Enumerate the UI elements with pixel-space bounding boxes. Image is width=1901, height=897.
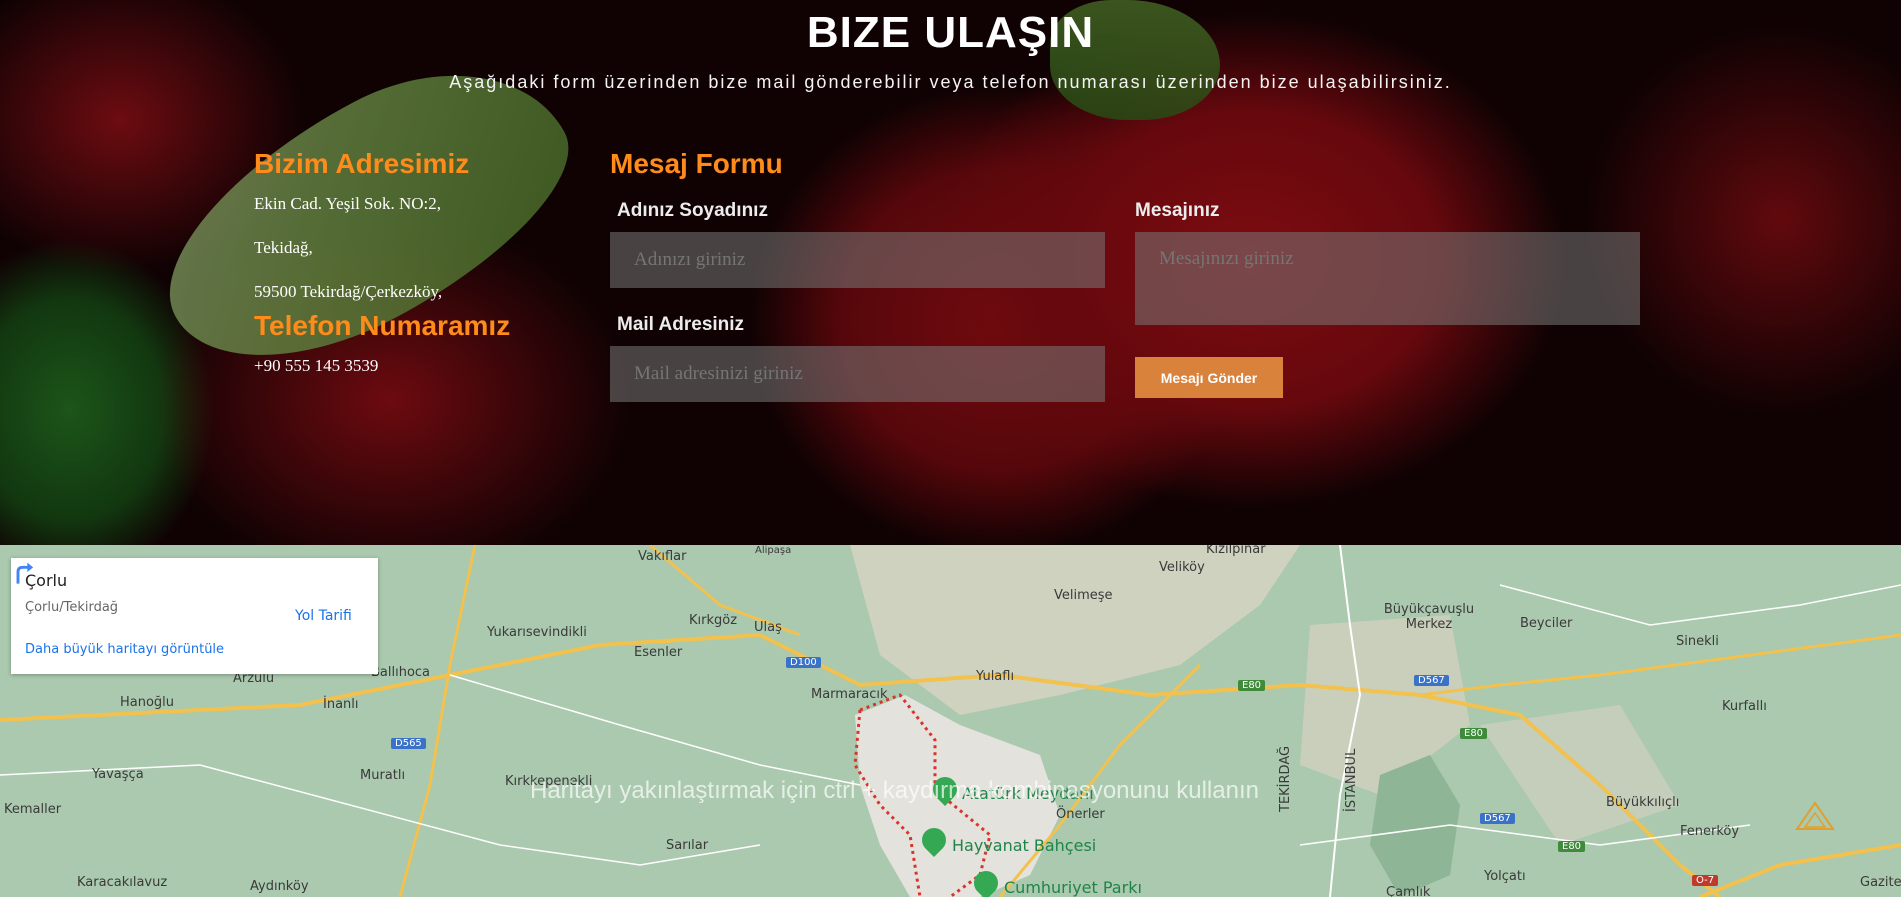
message-label: Mesajınız bbox=[1135, 200, 1220, 221]
map-place-label: Veliköy bbox=[1159, 560, 1205, 575]
map-place-label: Çamlık bbox=[1386, 885, 1431, 897]
map-place-label: Yulaflı bbox=[976, 669, 1015, 684]
map-place-label: Yukarısevindikli bbox=[487, 625, 587, 640]
form-heading: Mesaj Formu bbox=[610, 148, 783, 179]
road-shield: D565 bbox=[391, 738, 426, 749]
map-place-label: Kızılpınar bbox=[1206, 545, 1266, 557]
road-shield: D567 bbox=[1414, 675, 1449, 686]
address-line-2: Tekidağ, bbox=[254, 238, 313, 257]
map-place-label: Sarılar bbox=[666, 838, 709, 853]
map-place-label: Önerler bbox=[1056, 807, 1105, 822]
map-place-label: Karacakılavuz bbox=[77, 875, 168, 890]
map-place-label: Aydınköy bbox=[250, 879, 309, 894]
map-place-label: Muratlı bbox=[360, 768, 406, 783]
page-title: BIZE ULAŞIN bbox=[806, 8, 1095, 57]
map-place-label: Büyükkılıçlı bbox=[1606, 795, 1680, 810]
mail-label: Mail Adresiniz bbox=[617, 314, 745, 335]
map-place-label: Yavaşça bbox=[92, 767, 144, 782]
map-place-label: Vakıflar bbox=[638, 549, 687, 564]
address-line-3: 59500 Tekirdağ/Çerkezköy, bbox=[254, 282, 443, 301]
embedded-map[interactable]: Vakıflar Alipaşa Kızılpınar Veliköy Veli… bbox=[0, 545, 1901, 897]
road-shield: O-7 bbox=[1692, 875, 1719, 886]
map-place-label: Hanoğlu bbox=[120, 695, 175, 710]
contact-hero-section: BIZE ULAŞIN Aşağıdaki form üzerinden biz… bbox=[0, 0, 1901, 545]
map-place-label: Kurfallı bbox=[1722, 699, 1767, 714]
phone-number: +90 555 145 3539 bbox=[254, 356, 379, 375]
map-place-label: Yolçatı bbox=[1484, 869, 1526, 884]
message-textarea[interactable] bbox=[1135, 232, 1640, 325]
map-place-label: Marmaracık bbox=[811, 687, 888, 702]
phone-heading: Telefon Numaramız bbox=[254, 310, 511, 341]
map-place-label: İnanlı bbox=[323, 697, 359, 712]
send-message-button[interactable]: Mesajı Gönder bbox=[1135, 357, 1283, 398]
name-label: Adınız Soyadınız bbox=[617, 200, 768, 221]
map-info-card: Çorlu Çorlu/Tekirdağ Yol Tarifi Daha büy… bbox=[11, 558, 378, 674]
larger-map-link[interactable]: Daha büyük haritayı görüntüle bbox=[25, 642, 224, 657]
map-watermark-icon bbox=[1795, 801, 1835, 830]
road-shield: E80 bbox=[1460, 728, 1488, 739]
road-shield: D567 bbox=[1480, 813, 1515, 824]
map-place-label: Kemaller bbox=[4, 802, 62, 817]
poi-label[interactable]: Hayvanat Bahçesi bbox=[952, 836, 1096, 855]
road-shield: D100 bbox=[786, 657, 821, 668]
map-place-label: Ballıhoca bbox=[371, 665, 431, 680]
map-place-label: Gazitepe bbox=[1860, 875, 1901, 890]
road-shield: E80 bbox=[1558, 841, 1586, 852]
map-place-label: Alipaşa bbox=[755, 545, 792, 556]
directions-icon[interactable] bbox=[11, 558, 39, 586]
directions-link[interactable]: Yol Tarifi bbox=[295, 608, 352, 624]
map-place-label: Büyükçavuşlu Merkez bbox=[1383, 602, 1475, 632]
address-line-1: Ekin Cad. Yeşil Sok. NO:2, bbox=[254, 194, 442, 213]
map-place-label: Fenerköy bbox=[1680, 824, 1740, 839]
map-place-label: Beyciler bbox=[1520, 616, 1573, 631]
email-input[interactable] bbox=[610, 346, 1105, 402]
road-shield: E80 bbox=[1238, 680, 1266, 691]
map-place-label: Kırkgöz bbox=[689, 613, 738, 628]
map-place-label: Ulaş bbox=[754, 620, 782, 635]
address-column: Bizim Adresimiz Ekin Cad. Yeşil Sok. NO:… bbox=[254, 148, 584, 398]
name-input[interactable] bbox=[610, 232, 1105, 288]
map-place-label: Esenler bbox=[634, 645, 683, 660]
map-place-label: Sinekli bbox=[1676, 634, 1719, 649]
map-place-subtitle: Çorlu/Tekirdağ bbox=[25, 600, 119, 615]
address-heading: Bizim Adresimiz bbox=[254, 148, 470, 179]
map-zoom-hint: Haritayı yakınlaştırmak için ctrl + kayd… bbox=[530, 777, 1259, 804]
poi-label[interactable]: Cumhuriyet Parkı bbox=[1004, 878, 1142, 897]
page-subtitle: Aşağıdaki form üzerinden bize mail gönde… bbox=[449, 72, 1452, 92]
map-place-label: Velimeşe bbox=[1054, 588, 1113, 603]
